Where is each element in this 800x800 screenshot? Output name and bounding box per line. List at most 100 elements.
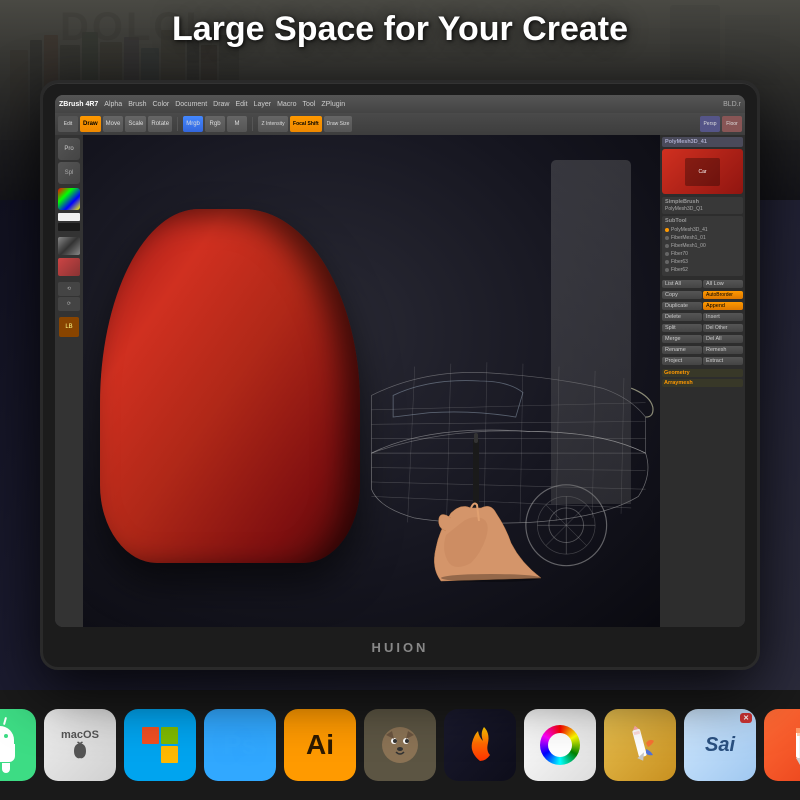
left-tool-btn[interactable]: ⟲ <box>58 282 80 296</box>
menu-item[interactable]: Draw <box>213 101 229 108</box>
toolbar-scale[interactable]: Scale <box>125 116 146 132</box>
app-icon-gimp[interactable] <box>364 709 436 781</box>
app-icon-illustrator[interactable]: Ai <box>284 709 356 781</box>
material-sphere[interactable] <box>58 237 80 255</box>
menu-item[interactable]: ZPlugin <box>321 101 345 108</box>
color-white <box>58 213 80 221</box>
subtool-dot <box>665 260 669 264</box>
subtool-dot <box>665 236 669 240</box>
android-robot <box>0 717 15 773</box>
gimp-logo <box>378 723 422 767</box>
tool-thumbnail[interactable]: Car <box>662 149 743 194</box>
subtool-item[interactable]: Fiber63 <box>665 258 740 266</box>
subtool-item[interactable]: PolyMesh3D_41 <box>665 226 740 234</box>
lightbox-btn[interactable]: LB <box>59 317 79 337</box>
page-headline: Large Space for Your Create <box>0 10 800 49</box>
toolbar-floor[interactable]: Floor <box>722 116 742 132</box>
app-icon-icolorama[interactable] <box>524 709 596 781</box>
app-icon-vectornator[interactable] <box>764 709 800 781</box>
win-tile-red <box>142 727 159 744</box>
apple-logo <box>66 741 94 761</box>
remesh-btn[interactable]: Remesh <box>703 346 743 354</box>
main-container: DOLCI Large Space for Your Create ZBrush… <box>0 0 800 800</box>
toolbar-edit[interactable]: Edit <box>58 116 78 132</box>
app-icon-android[interactable] <box>0 709 36 781</box>
append-btn[interactable]: Append <box>703 302 743 310</box>
insert-btn[interactable]: Insert <box>703 313 743 321</box>
subtool-title: SubTool <box>665 218 740 224</box>
toolbar-draw[interactable]: Draw <box>80 116 101 132</box>
left-btn-projection[interactable]: Pro <box>58 138 80 160</box>
subtool-item[interactable]: FiberMesh1_00 <box>665 242 740 250</box>
simple-brush-section: SimpleBrush PolyMesh3D_Q1 <box>662 197 743 214</box>
android-head <box>0 726 14 746</box>
arraymesh-section-title: Arraymesh <box>662 379 743 387</box>
simple-brush-title: SimpleBrush <box>665 199 740 205</box>
android-antenna <box>0 717 6 725</box>
app-icon-windows[interactable] <box>124 709 196 781</box>
menu-item[interactable]: Color <box>153 101 170 108</box>
rename-btn[interactable]: Rename <box>662 346 702 354</box>
left-btn-splitter[interactable]: Spl <box>58 162 80 184</box>
windows-tiles <box>142 727 178 763</box>
app-icon-krita[interactable] <box>444 709 516 781</box>
subtool-dot <box>665 228 669 232</box>
toolbar-rgb[interactable]: Rgb <box>205 116 225 132</box>
subtool-dot <box>665 268 669 272</box>
tablet-brand-label: HUION <box>372 640 429 655</box>
vectornator-logo <box>778 723 800 767</box>
antenna-right <box>3 717 7 725</box>
app-icon-photoshop[interactable]: Ps <box>204 709 276 781</box>
subtool-item[interactable]: FiberMesh1_01 <box>665 234 740 242</box>
subtool-item[interactable]: Fiber70 <box>665 250 740 258</box>
sai-text: Sai <box>705 734 735 757</box>
merge-btn[interactable]: Merge <box>662 335 702 343</box>
simple-brush-btn[interactable]: PolyMesh3D_Q1 <box>665 206 740 212</box>
duplicate-btn[interactable]: Duplicate <box>662 302 702 310</box>
toolbar-intensity[interactable]: Z Intensity <box>258 116 288 132</box>
toolbar-persp[interactable]: Persp <box>700 116 720 132</box>
color-picker[interactable] <box>58 188 80 210</box>
toolbar-move[interactable]: Move <box>103 116 124 132</box>
menu-item[interactable]: Alpha <box>104 101 122 108</box>
menu-item[interactable]: Brush <box>128 101 146 108</box>
toolbar-m[interactable]: M <box>227 116 247 132</box>
sai-badge: ✕ <box>740 713 752 723</box>
toolbar-draw-size[interactable]: Draw Size <box>324 116 353 132</box>
del-all-btn[interactable]: Del All <box>703 335 743 343</box>
subtool-dot <box>665 244 669 248</box>
toolbar-mrgb[interactable]: Mrgb <box>183 116 203 132</box>
zbrush-right-panel: PolyMesh3D_41 Car SimpleBrush PolyMesh3D… <box>660 135 745 627</box>
material-color[interactable] <box>58 258 80 276</box>
tablet-device: ZBrush 4R7 Alpha Brush Color Document Dr… <box>40 80 760 670</box>
extract-btn[interactable]: Extract <box>703 357 743 365</box>
list-all-btn[interactable]: List All <box>662 280 702 288</box>
app-icon-sketchbook[interactable] <box>604 709 676 781</box>
split-btn[interactable]: Split <box>662 324 702 332</box>
menu-item[interactable]: Edit <box>235 101 247 108</box>
subtool-name: FiberMesh1_00 <box>671 243 706 249</box>
menu-item[interactable]: Document <box>175 101 207 108</box>
menu-item[interactable]: Tool <box>303 101 316 108</box>
hand-with-pen <box>391 423 591 588</box>
color-wheel-inner <box>548 733 572 757</box>
toolbar-focal[interactable]: Focal Shift <box>290 116 322 132</box>
zbrush-main-area: Pro Spl ⟲ ⟳ LB <box>55 135 745 627</box>
copy-btn[interactable]: Copy <box>662 291 702 299</box>
zbrush-canvas[interactable] <box>83 135 660 627</box>
project-btn[interactable]: Project <box>662 357 702 365</box>
toolbar-rotate[interactable]: Rotate <box>148 116 172 132</box>
subtool-item[interactable]: Fiber62 <box>665 266 740 274</box>
left-tool-btn[interactable]: ⟳ <box>58 297 80 311</box>
del-other-btn[interactable]: Del Other <box>703 324 743 332</box>
delete-btn[interactable]: Delete <box>662 313 702 321</box>
menu-item[interactable]: Layer <box>254 101 272 108</box>
toolbar-divider <box>177 117 178 131</box>
app-icon-sai[interactable]: Sai ✕ <box>684 709 756 781</box>
app-icon-macos[interactable]: macOS <box>44 709 116 781</box>
tool-preview: Car <box>685 158 720 186</box>
all-low-btn[interactable]: All Low <box>703 280 743 288</box>
tablet-screen[interactable]: ZBrush 4R7 Alpha Brush Color Document Dr… <box>55 95 745 627</box>
autobrorder-btn[interactable]: AutoBrorder <box>703 291 743 299</box>
menu-item[interactable]: Macro <box>277 101 296 108</box>
